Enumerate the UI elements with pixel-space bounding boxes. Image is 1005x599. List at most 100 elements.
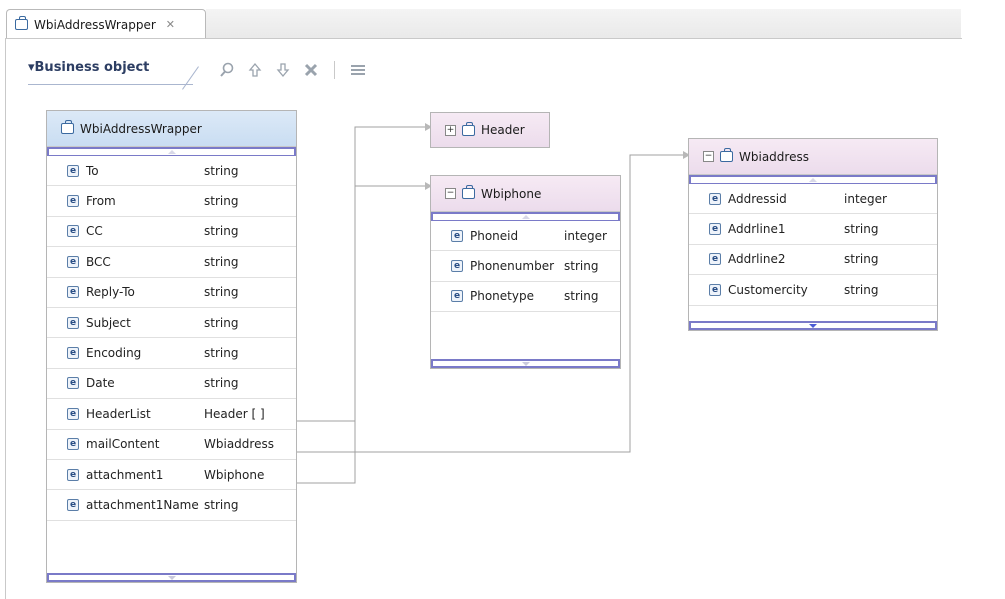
field-name: BCC	[86, 254, 111, 269]
tab-strip	[206, 9, 961, 40]
toolbar-separator	[334, 61, 335, 79]
field-type: string	[204, 315, 239, 330]
field-name: Reply-To	[86, 285, 135, 300]
move-down-icon[interactable]	[274, 61, 292, 79]
business-object-header[interactable]: + Header	[430, 112, 550, 148]
element-icon: e	[451, 260, 463, 273]
bo-header[interactable]: WbiAddressWrapper	[47, 111, 296, 147]
field-row[interactable]: e Phonenumber string	[431, 251, 620, 282]
element-icon: e	[67, 164, 79, 177]
element-icon: e	[67, 195, 79, 208]
scroll-up-button[interactable]	[47, 147, 296, 156]
business-object-icon	[61, 120, 74, 134]
field-type: string	[204, 285, 239, 300]
bo-title: Wbiphone	[481, 186, 542, 201]
field-name: CC	[86, 224, 103, 239]
search-icon[interactable]	[218, 61, 236, 79]
scroll-down-button[interactable]	[47, 573, 296, 582]
field-name: mailContent	[86, 437, 160, 452]
field-row[interactable]: e HeaderList Header [ ]	[47, 399, 296, 430]
section-title[interactable]: ▾Business object	[28, 60, 149, 75]
bo-header[interactable]: − Wbiphone	[431, 176, 620, 212]
element-icon: e	[67, 347, 79, 360]
business-object-wbiaddresswrapper[interactable]: WbiAddressWrapper e To string e From string e C…	[46, 110, 297, 583]
editor-toolbar	[218, 58, 367, 82]
business-object-wbiaddress[interactable]: − Wbiaddress e Addressid integer e Addrline1…	[688, 138, 938, 331]
field-row[interactable]: e BCC string	[47, 247, 296, 278]
scroll-down-button[interactable]	[431, 359, 620, 368]
field-row[interactable]: e Addressid integer	[689, 184, 937, 215]
collapse-icon[interactable]: −	[703, 151, 714, 162]
field-name: Phonenumber	[470, 259, 555, 274]
field-name: Encoding	[86, 346, 142, 361]
expand-icon[interactable]: +	[445, 124, 456, 136]
field-row[interactable]: e Encoding string	[47, 338, 296, 369]
tab-label: WbiAddressWrapper	[34, 17, 156, 32]
bo-header[interactable]: + Header	[431, 113, 549, 147]
field-type: Wbiphone	[204, 467, 265, 482]
field-row[interactable]: e Subject string	[47, 308, 296, 339]
business-object-icon	[462, 121, 475, 136]
field-row[interactable]: e From string	[47, 186, 296, 217]
business-object-icon	[720, 148, 733, 162]
field-type: string	[204, 376, 239, 391]
field-row[interactable]: e attachment1Name string	[47, 490, 296, 521]
field-name: HeaderList	[86, 406, 151, 421]
element-icon: e	[67, 225, 79, 238]
close-icon[interactable]: ✕	[166, 18, 175, 31]
element-icon: e	[67, 407, 79, 420]
element-icon: e	[451, 290, 463, 303]
field-row[interactable]: e Phonetype string	[431, 282, 620, 313]
scroll-up-button[interactable]	[689, 175, 937, 184]
field-list: e Addressid integer e Addrline1 string e Addrli…	[689, 184, 937, 306]
business-object-icon	[15, 16, 28, 30]
field-row[interactable]: e attachment1 Wbiphone	[47, 460, 296, 491]
field-list: e To string e From string e CC string e BCC string e…	[47, 156, 296, 521]
field-row[interactable]: e To string	[47, 156, 296, 187]
field-name: From	[86, 194, 116, 209]
move-up-icon[interactable]	[246, 61, 264, 79]
field-list: e Phoneid integer e Phonenumber string e Phonet…	[431, 221, 620, 313]
element-icon: e	[709, 283, 721, 296]
field-row[interactable]: e Phoneid integer	[431, 221, 620, 252]
field-name: Addrline1	[728, 222, 786, 237]
scroll-down-button[interactable]	[689, 321, 937, 330]
field-row[interactable]: e Date string	[47, 369, 296, 400]
field-name: To	[86, 163, 99, 178]
business-object-wbiphone[interactable]: − Wbiphone e Phoneid integer e Phonenumber st…	[430, 175, 621, 369]
collapse-icon[interactable]: −	[445, 188, 456, 199]
field-type: string	[844, 222, 879, 237]
field-type: Header [ ]	[204, 406, 265, 421]
field-name: Date	[86, 376, 115, 391]
field-name: Customercity	[728, 282, 808, 297]
scroll-up-button[interactable]	[431, 212, 620, 221]
field-type: string	[844, 252, 879, 267]
element-icon: e	[67, 255, 79, 268]
element-icon: e	[67, 286, 79, 299]
delete-icon[interactable]	[302, 61, 320, 79]
field-type: string	[204, 163, 239, 178]
business-object-section-header[interactable]: ▾Business object	[28, 58, 200, 90]
bo-title: Header	[481, 123, 525, 137]
element-icon: e	[709, 223, 721, 236]
field-row[interactable]: e mailContent Wbiaddress	[47, 430, 296, 460]
element-icon: e	[67, 468, 79, 481]
bo-header[interactable]: − Wbiaddress	[689, 139, 937, 175]
field-row[interactable]: e Reply-To string	[47, 278, 296, 308]
business-object-icon	[462, 185, 475, 199]
properties-icon[interactable]	[349, 61, 367, 79]
field-row[interactable]: e Addrline1 string	[689, 214, 937, 245]
field-row[interactable]: e Customercity string	[689, 275, 937, 306]
bo-title: WbiAddressWrapper	[80, 121, 202, 136]
element-icon: e	[451, 229, 463, 242]
field-name: attachment1Name	[86, 497, 199, 512]
field-row[interactable]: e CC string	[47, 217, 296, 248]
field-row[interactable]: e Addrline2 string	[689, 245, 937, 276]
field-type: string	[564, 259, 599, 274]
element-icon: e	[709, 253, 721, 266]
element-icon: e	[67, 316, 79, 329]
field-name: attachment1	[86, 467, 164, 482]
tab-wbiaddresswrapper[interactable]: WbiAddressWrapper ✕	[6, 9, 206, 39]
element-icon: e	[67, 438, 79, 451]
field-type: string	[204, 254, 239, 269]
